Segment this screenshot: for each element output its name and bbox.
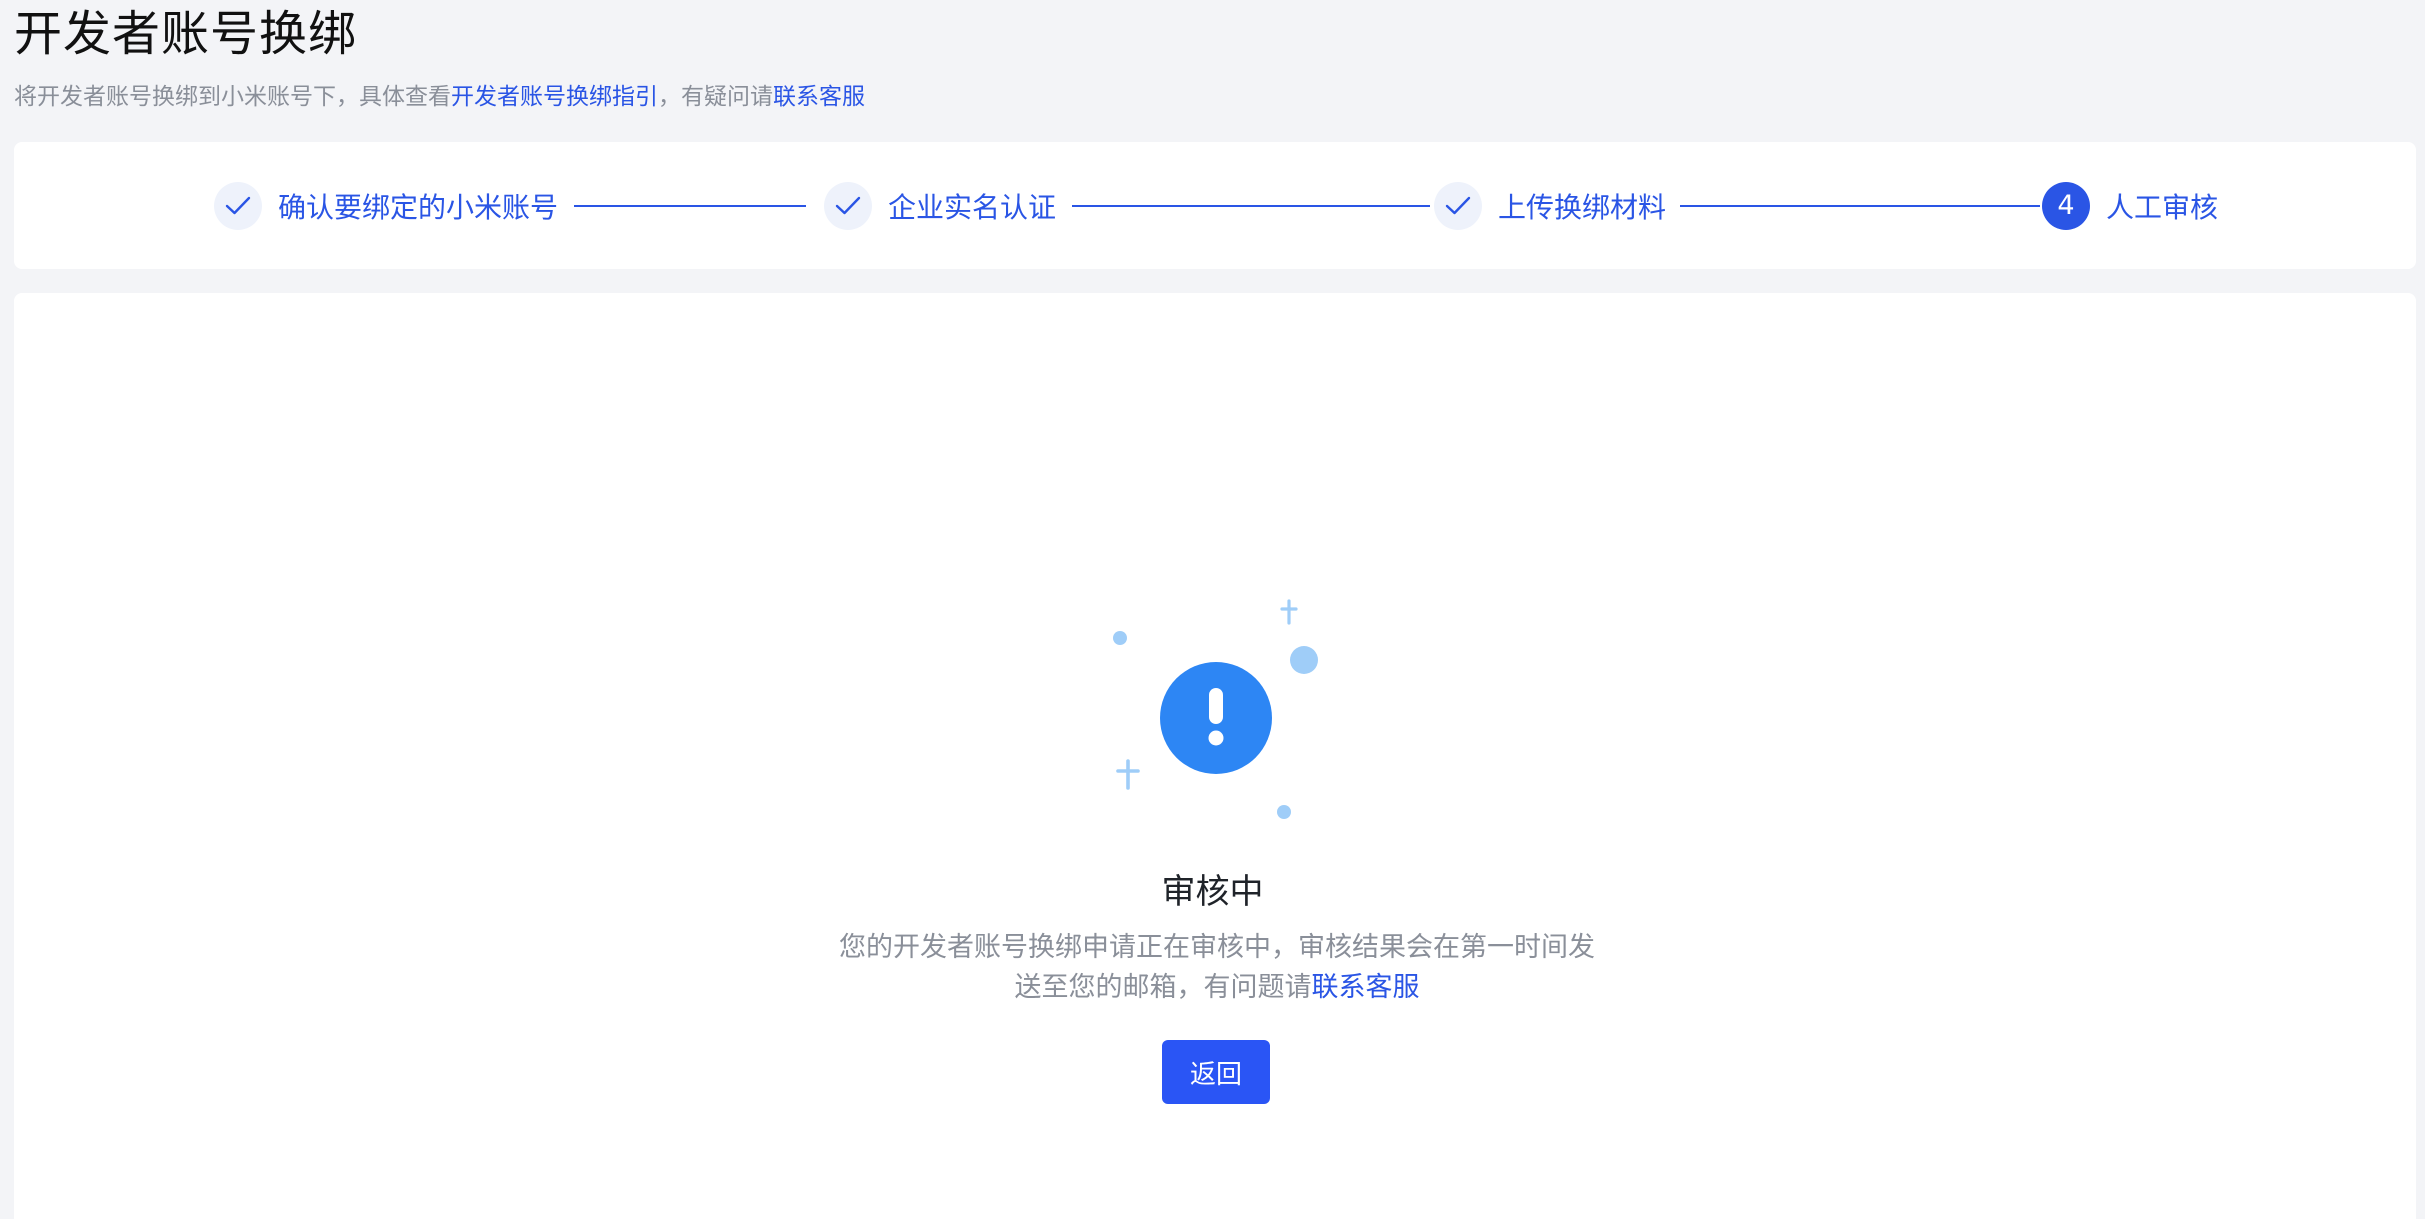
exclamation-icon [1113,599,1318,819]
check-icon [1434,181,1482,230]
status-desc-text: 送至您的邮箱，有问题请 [1014,972,1312,1003]
step-connector [1072,205,1430,207]
subtitle-text-middle: ，有疑问请 [658,84,773,110]
status-title: 审核中 [1161,872,1264,912]
subtitle-text: 将开发者账号换绑到小米账号下，具体查看 [14,84,451,110]
status-desc-line2: 送至您的邮箱，有问题请联系客服 [812,968,1622,1008]
step-real-name: 企业实名认证 [824,142,1056,269]
page-title: 开发者账号换绑 [14,6,358,62]
step-label: 企业实名认证 [888,190,1057,224]
status-desc-line1: 您的开发者账号换绑申请正在审核中，审核结果会在第一时间发 [839,932,1595,963]
check-icon [824,181,872,230]
contact-support-link[interactable]: 联系客服 [773,84,865,110]
check-icon [214,181,262,230]
back-button[interactable]: 返回 [1162,1040,1270,1104]
step-label: 上传换绑材料 [1498,190,1667,224]
step-upload-materials: 上传换绑材料 [1434,142,1666,269]
page: 开发者账号换绑 将开发者账号换绑到小米账号下，具体查看开发者账号换绑指引，有疑问… [0,0,2425,1219]
step-number: 4 [2042,181,2090,230]
step-label: 人工审核 [2106,190,2219,224]
step-label: 确认要绑定的小米账号 [278,190,559,224]
contact-support-link[interactable]: 联系客服 [1312,972,1420,1003]
guide-link[interactable]: 开发者账号换绑指引 [451,84,658,110]
step-connector [574,205,806,207]
page-subtitle: 将开发者账号换绑到小米账号下，具体查看开发者账号换绑指引，有疑问请联系客服 [14,80,865,114]
step-manual-review: 4 人工审核 [2042,142,2218,269]
status-description: 您的开发者账号换绑申请正在审核中，审核结果会在第一时间发 送至您的邮箱，有问题请… [812,928,1622,1008]
step-connector [1680,205,2040,207]
steps-bar: 确认要绑定的小米账号 企业实名认证 上传换绑材料 4 人工审核 [14,142,2416,269]
step-confirm-account: 确认要绑定的小米账号 [214,142,558,269]
